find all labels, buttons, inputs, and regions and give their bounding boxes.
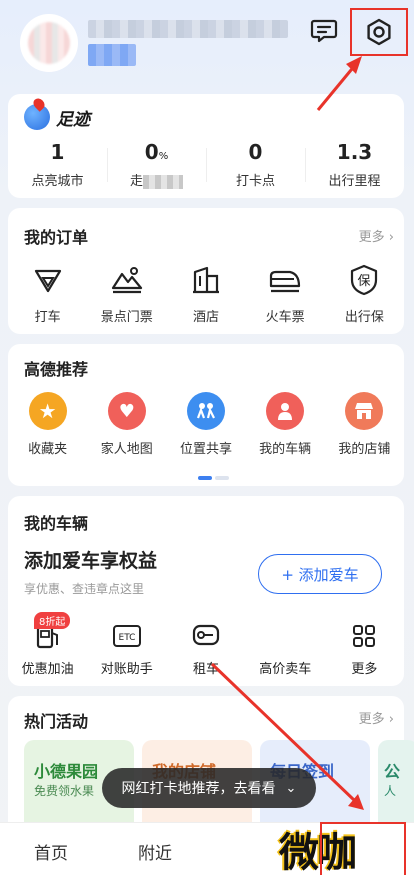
order-taxi[interactable]: 打车 <box>8 262 87 325</box>
rent-car-icon <box>192 624 220 646</box>
etc-icon: ETC <box>112 625 141 647</box>
tool-label: 租车 <box>193 662 220 677</box>
tool-discount-fuel[interactable]: 8折起 优惠加油 <box>8 612 87 677</box>
orders-title: 我的订单 <box>24 228 89 247</box>
tool-rent-car[interactable]: 租车 <box>166 620 245 677</box>
hot-more-link[interactable]: 更多 › <box>359 708 394 727</box>
grid-more-icon <box>353 625 376 647</box>
recommend-label: 收藏夹 <box>28 442 68 457</box>
orders-card: 我的订单 更多 › 打车 景点门票 酒店 火车票 保 出行保 <box>8 208 404 334</box>
recommend-toast[interactable]: 网红打卡地推荐，去看看 ⌄ <box>102 768 316 808</box>
order-insurance[interactable]: 保 出行保 <box>325 262 404 325</box>
order-hotel[interactable]: 酒店 <box>166 262 245 325</box>
tab-mine-highlight[interactable] <box>320 822 406 875</box>
orders-grid: 打车 景点门票 酒店 火车票 保 出行保 <box>8 262 404 325</box>
vehicle-headline: 添加爱车享权益 <box>24 550 158 572</box>
vehicle-title: 我的车辆 <box>24 514 89 533</box>
star-icon: ★ <box>28 392 67 430</box>
stat-label: 走 <box>107 170 206 189</box>
chevron-down-icon[interactable]: ⌄ <box>286 781 297 796</box>
avatar[interactable] <box>20 14 78 72</box>
recommend-label: 家人地图 <box>100 442 153 457</box>
tool-label: 高价卖车 <box>259 662 312 677</box>
recommend-label: 我的车辆 <box>259 442 312 457</box>
recommend-label: 我的店铺 <box>338 442 391 457</box>
vehicle-tools: 8折起 优惠加油 ETC 对账助手 租车 高价卖车 更多 <box>8 612 404 677</box>
hot-title: 热门活动 <box>24 712 89 731</box>
recommend-label: 位置共享 <box>179 442 232 457</box>
tool-etc-assistant[interactable]: ETC 对账助手 <box>87 620 166 677</box>
scenic-ticket-icon <box>111 267 142 294</box>
my-store-icon <box>345 392 384 430</box>
order-label: 出行保 <box>344 310 384 325</box>
stat-value: 0% <box>144 140 169 164</box>
my-vehicle-icon <box>266 392 305 430</box>
message-button[interactable] <box>308 16 340 46</box>
activity-title: 公 <box>384 762 401 781</box>
order-label: 酒店 <box>192 310 219 325</box>
stat-label: 打卡点 <box>235 174 275 189</box>
stat-walk[interactable]: 0% 走 <box>107 140 206 189</box>
settings-button[interactable] <box>350 8 408 56</box>
tool-label: 优惠加油 <box>21 662 74 677</box>
taxi-icon <box>34 269 61 293</box>
message-icon <box>310 19 338 43</box>
recommend-location-share[interactable]: 位置共享 <box>166 392 245 457</box>
tab-nearby[interactable]: 附近 <box>138 839 172 864</box>
order-label: 火车票 <box>265 310 305 325</box>
profile-header <box>0 0 414 90</box>
vehicle-subtitle: 享优惠、查违章点这里 <box>24 582 145 596</box>
recommend-card: 高德推荐 ★ 收藏夹 ♥ 家人地图 位置共享 我的车辆 我的店铺 <box>8 344 404 486</box>
user-name-redacted[interactable] <box>88 20 288 38</box>
orders-more-link[interactable]: 更多 › <box>359 226 394 245</box>
footprint-logo: 足迹 <box>24 104 90 130</box>
stat-label: 点亮城市 <box>31 174 84 189</box>
recommend-grid: ★ 收藏夹 ♥ 家人地图 位置共享 我的车辆 我的店铺 <box>8 392 404 457</box>
settings-hexagon-icon <box>367 18 391 46</box>
tool-sell-car[interactable]: 高价卖车 <box>246 620 325 677</box>
add-car-button[interactable]: + 添加爱车 <box>258 554 382 594</box>
stat-checkins[interactable]: 0 打卡点 <box>206 140 305 189</box>
insurance-icon: 保 <box>351 264 378 296</box>
recommend-my-vehicle[interactable]: 我的车辆 <box>246 392 325 457</box>
family-heart-icon: ♥ <box>107 392 146 430</box>
recommend-title: 高德推荐 <box>24 360 89 379</box>
tool-more[interactable]: 更多 <box>325 620 404 677</box>
activity-subtitle: 免费领水果 <box>34 784 95 798</box>
activity-title: 小德果园 <box>34 762 99 781</box>
hotel-icon <box>192 266 219 294</box>
stat-mileage[interactable]: 1.3 出行里程 <box>305 140 404 189</box>
stat-value: 0 <box>248 140 263 164</box>
order-label: 打车 <box>34 310 61 325</box>
globe-pin-icon <box>24 104 50 130</box>
footprint-stats: 1 点亮城市 0% 走 0 打卡点 1.3 出行里程 <box>8 140 404 189</box>
svg-text:保: 保 <box>358 274 371 289</box>
footprint-title: 足迹 <box>56 109 90 130</box>
recommend-family-map[interactable]: ♥ 家人地图 <box>87 392 166 457</box>
footprint-card[interactable]: 足迹 1 点亮城市 0% 走 0 打卡点 1.3 出行里程 <box>8 94 404 198</box>
recommend-my-store[interactable]: 我的店铺 <box>325 392 404 457</box>
sell-car-icon <box>269 620 301 652</box>
vehicle-card: 我的车辆 添加爱车享权益 享优惠、查违章点这里 + 添加爱车 8折起 优惠加油 … <box>8 496 404 686</box>
order-train[interactable]: 火车票 <box>246 262 325 325</box>
stat-label: 出行里程 <box>328 174 381 189</box>
tool-label: 对账助手 <box>100 662 153 677</box>
page-indicator <box>198 476 229 480</box>
stat-cities[interactable]: 1 点亮城市 <box>8 140 107 189</box>
order-label: 景点门票 <box>100 310 153 325</box>
tab-home[interactable]: 首页 <box>34 839 68 864</box>
train-icon <box>270 270 301 293</box>
order-scenic[interactable]: 景点门票 <box>87 262 166 325</box>
recommend-favorites[interactable]: ★ 收藏夹 <box>8 392 87 457</box>
stat-value: 1.3 <box>336 140 373 164</box>
svg-text:ETC: ETC <box>118 633 135 643</box>
tool-label: 更多 <box>351 662 378 677</box>
location-share-icon <box>186 392 225 430</box>
activity-subtitle: 人 <box>384 784 397 798</box>
user-level-redacted <box>88 44 136 66</box>
toast-text: 网红打卡地推荐，去看看 <box>121 781 276 797</box>
redacted-mosaic <box>143 174 183 189</box>
discount-badge: 8折起 <box>34 612 71 629</box>
stat-value: 1 <box>50 140 65 164</box>
